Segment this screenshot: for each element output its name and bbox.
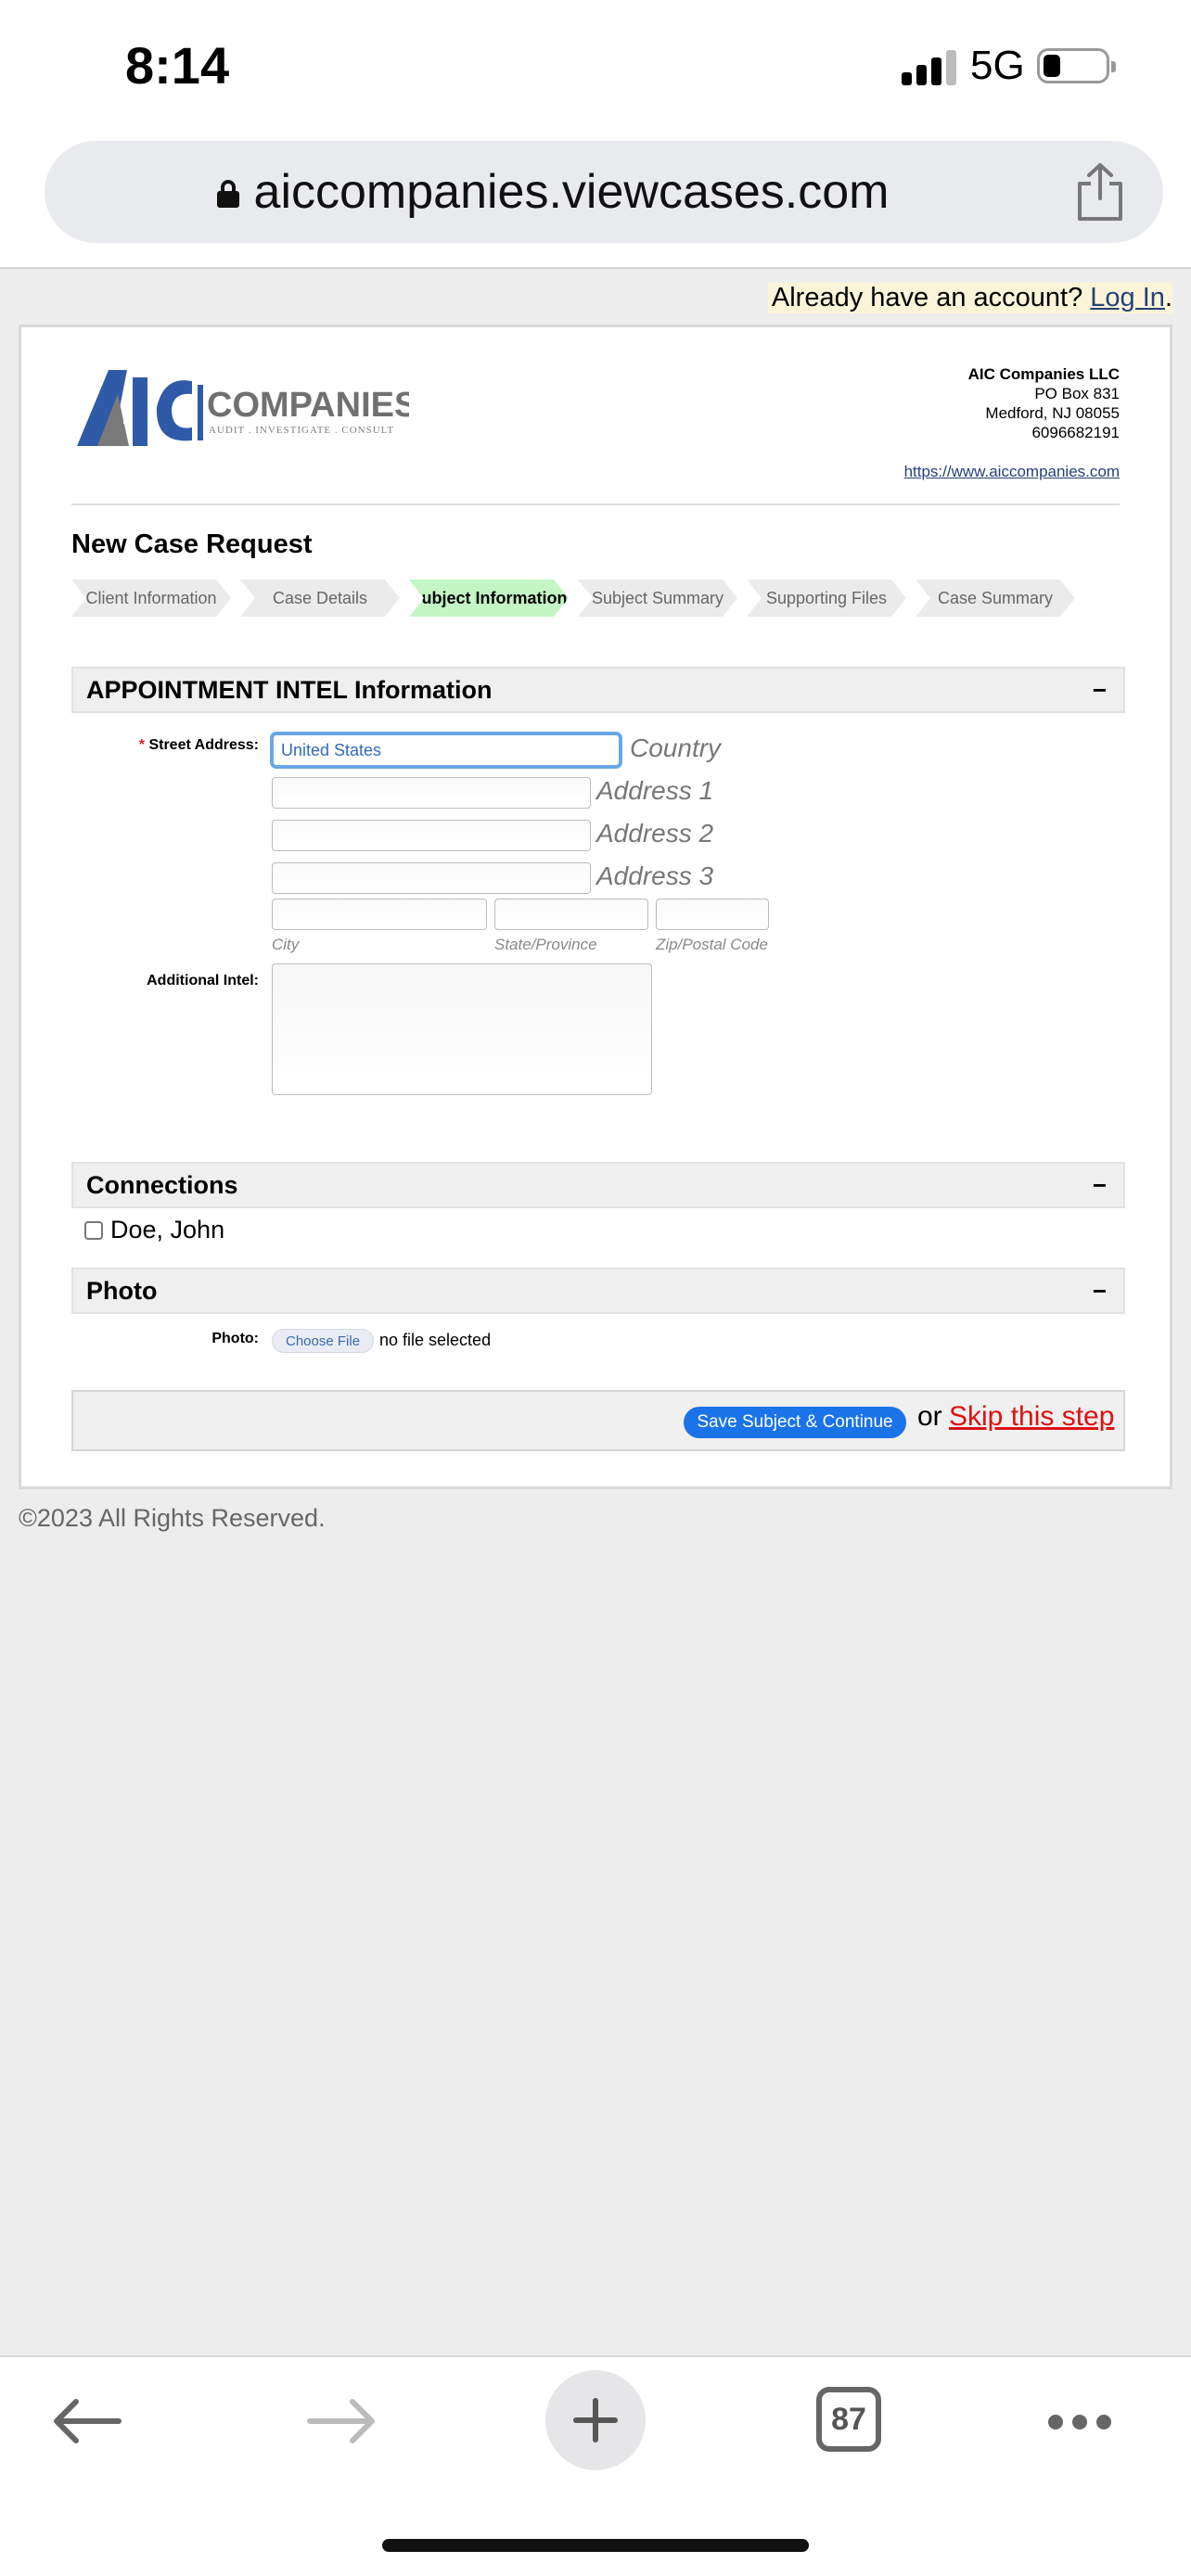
step-case-details[interactable]: Case Details [240, 580, 400, 617]
photo-section-title: Photo [86, 1276, 158, 1305]
company-phone: 6096682191 [1031, 424, 1120, 441]
company-logo: COMPANIES AUDIT . INVESTIGATE . CONSULT [77, 370, 409, 446]
zip-hint: Zip/Postal Code [656, 936, 768, 953]
url-text: aiccompanies.viewcases.com [253, 165, 890, 219]
share-icon[interactable] [1072, 161, 1128, 223]
step-subject-summary[interactable]: Subject Summary [578, 580, 737, 617]
login-prompt-text: Already have an account? [771, 283, 1091, 312]
skip-step-link[interactable]: Skip this step [949, 1401, 1114, 1433]
photo-label: Photo: [211, 1331, 259, 1346]
or-text: or [917, 1401, 942, 1432]
appointment-section-title: APPOINTMENT INTEL Information [86, 675, 493, 704]
connection-name: Doe, John [110, 1216, 225, 1243]
address-1-input[interactable] [272, 777, 591, 809]
login-prompt-suffix: . [1164, 283, 1172, 312]
cellular-signal-icon [902, 48, 957, 85]
address-bar[interactable]: aiccompanies.viewcases.com [45, 141, 1163, 243]
battery-icon [1037, 48, 1116, 83]
tab-count-button[interactable]: 87 [816, 2387, 881, 2452]
company-address-1: PO Box 831 [1034, 385, 1120, 402]
header-divider [71, 504, 1120, 505]
connection-item: Doe, John [84, 1216, 224, 1244]
appointment-section-header[interactable]: APPOINTMENT INTEL Information − [71, 667, 1125, 713]
company-address-2: Medford, NJ 08055 [985, 404, 1120, 422]
photo-section-header[interactable]: Photo − [71, 1268, 1125, 1314]
address-3-input[interactable] [272, 862, 591, 894]
collapse-icon[interactable]: − [1093, 1277, 1107, 1306]
home-indicator [382, 2539, 809, 2552]
address-2-hint: Address 2 [596, 819, 714, 848]
collapse-icon[interactable]: − [1093, 676, 1107, 705]
status-bar: 8:14 5G [0, 0, 1191, 130]
street-address-label: * Street Address: [114, 737, 259, 754]
progress-steps: Client Information Case Details Subject … [71, 580, 1084, 617]
login-prompt: Already have an account? Log In. [767, 283, 1172, 313]
collapse-icon[interactable]: − [1093, 1171, 1107, 1200]
city-input[interactable] [272, 899, 487, 930]
status-time: 8:14 [125, 36, 230, 95]
case-request-card: COMPANIES AUDIT . INVESTIGATE . CONSULT … [19, 325, 1172, 1489]
address-1-hint: Address 1 [596, 776, 714, 805]
company-contact: AIC Companies LLC PO Box 831 Medford, NJ… [968, 364, 1120, 442]
step-client-information[interactable]: Client Information [71, 580, 231, 617]
additional-intel-textarea[interactable] [272, 963, 652, 1095]
city-hint: City [272, 936, 300, 953]
step-case-summary[interactable]: Case Summary [916, 580, 1075, 617]
svg-text:AUDIT . INVESTIGATE . CONSULT: AUDIT . INVESTIGATE . CONSULT [209, 425, 394, 436]
additional-intel-label: Additional Intel: [147, 973, 259, 988]
required-mark: * [138, 737, 145, 753]
connections-section-header[interactable]: Connections − [71, 1162, 1125, 1208]
address-3-hint: Address 3 [596, 861, 714, 890]
save-continue-button[interactable]: Save Subject & Continue [684, 1407, 906, 1438]
new-tab-plus-icon[interactable] [545, 2370, 646, 2470]
connections-section-title: Connections [86, 1170, 238, 1199]
file-status: no file selected [379, 1331, 492, 1349]
lock-icon [216, 180, 239, 208]
address-2-input[interactable] [272, 820, 591, 851]
footer-copyright: ©2023 All Rights Reserved. [19, 1504, 326, 1532]
form-actions: Save Subject & Continue or Skip this ste… [71, 1390, 1125, 1451]
company-website-link[interactable]: https://www.aiccompanies.com [904, 463, 1120, 481]
street-address-label-text: Street Address: [148, 737, 259, 753]
country-hint: Country [630, 733, 722, 762]
back-arrow-icon[interactable] [52, 2398, 122, 2444]
more-options-icon[interactable] [1048, 2415, 1111, 2429]
state-hint: State/Province [494, 936, 597, 953]
svg-text:COMPANIES: COMPANIES [207, 386, 409, 425]
page-title: New Case Request [71, 529, 313, 559]
step-subject-information[interactable]: Subject Information [409, 580, 569, 617]
login-link[interactable]: Log In [1090, 283, 1165, 312]
zip-input[interactable] [656, 899, 769, 930]
step-supporting-files[interactable]: Supporting Files [747, 580, 906, 617]
forward-arrow-icon[interactable] [306, 2398, 377, 2444]
state-input[interactable] [494, 899, 648, 930]
country-select[interactable]: United States [270, 732, 622, 769]
choose-file-button[interactable]: Choose File [272, 1329, 375, 1353]
company-name: AIC Companies LLC [967, 365, 1120, 383]
network-type: 5G [970, 43, 1025, 88]
browser-address-area: aiccompanies.viewcases.com [0, 130, 1191, 269]
connection-checkbox[interactable] [84, 1220, 103, 1240]
